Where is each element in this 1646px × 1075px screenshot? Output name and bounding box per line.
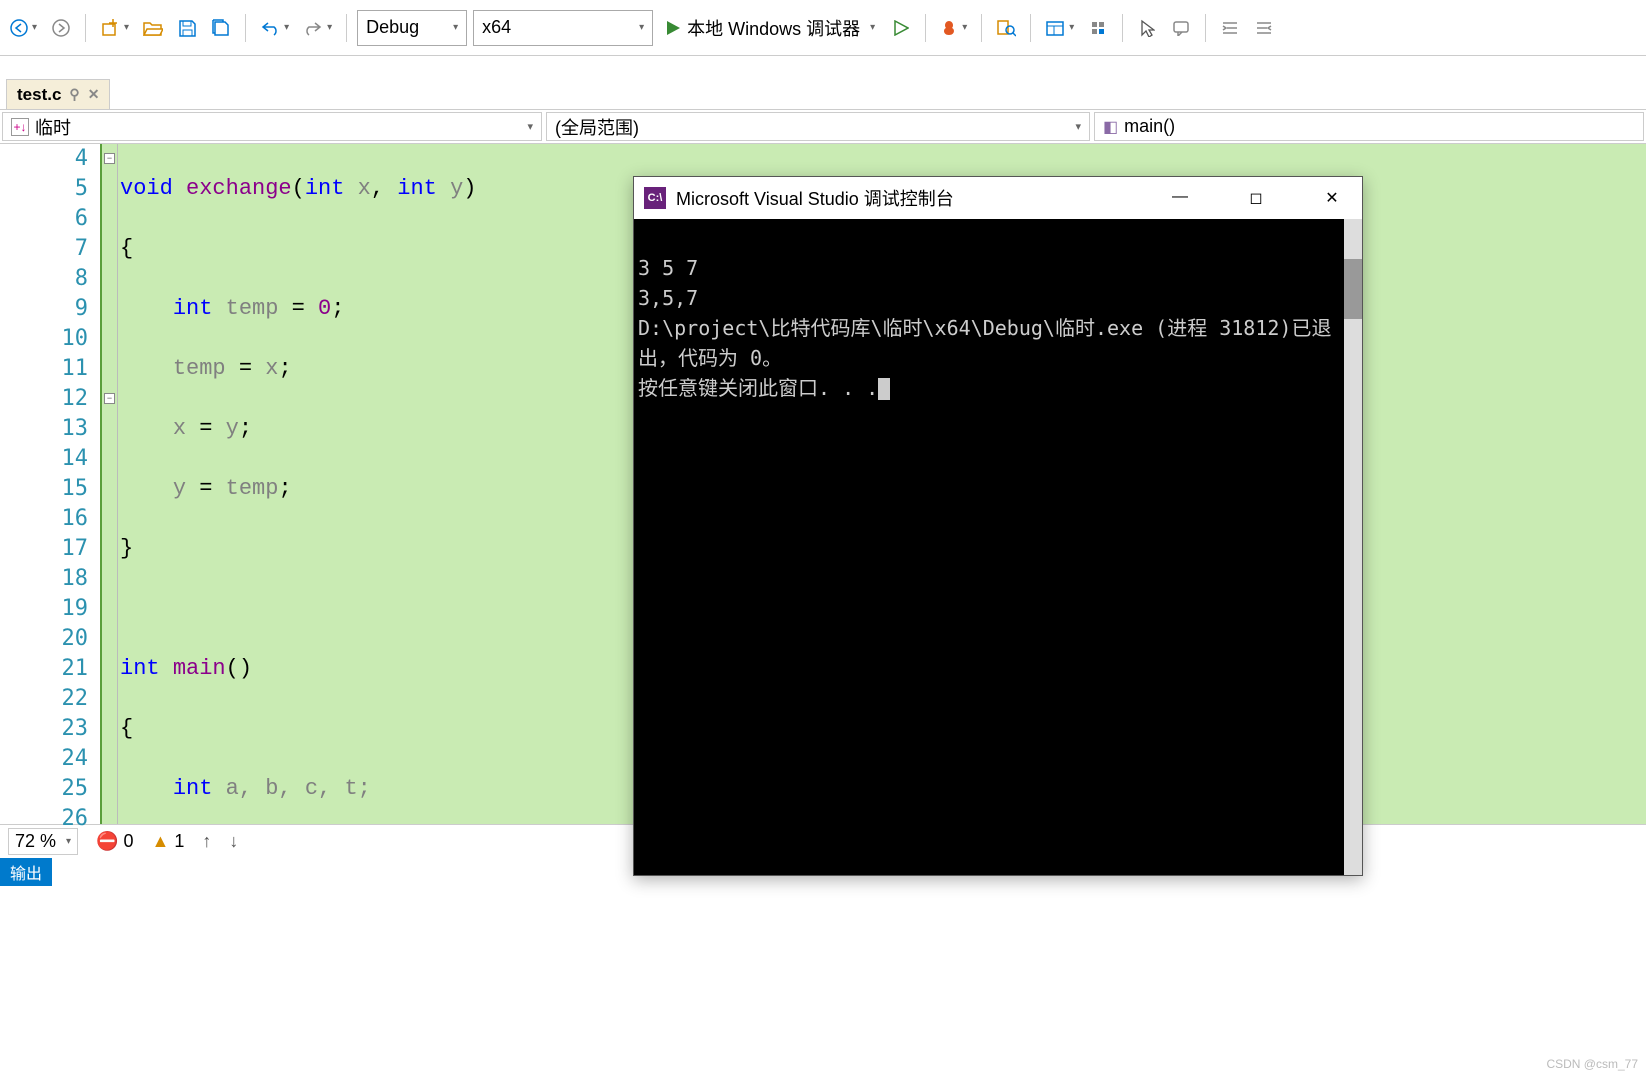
line-number-gutter: 4567891011121314151617181920212223242526	[0, 144, 100, 824]
scope-project-dropdown[interactable]: +↓ 临时▾	[2, 112, 542, 141]
fold-toggle[interactable]: −	[104, 153, 115, 164]
main-toolbar: ▾ ▾ ▾ ▾ Debug▾ x64▾ 本地 Windows 调试器▾ ▾ ▾	[0, 0, 1646, 56]
close-icon[interactable]: ✕	[88, 86, 100, 103]
save-all-button[interactable]	[207, 12, 235, 44]
save-button[interactable]	[173, 12, 201, 44]
configuration-dropdown[interactable]: Debug▾	[357, 10, 467, 46]
error-icon: ⛔	[96, 831, 118, 851]
watermark-text: CSDN @csm_77	[1546, 1057, 1638, 1071]
file-tab-label: test.c	[17, 85, 61, 105]
comment-button[interactable]	[1167, 12, 1195, 44]
output-panel-tab[interactable]: 输出	[0, 858, 52, 886]
prev-issue-button[interactable]: ↑	[202, 831, 211, 852]
play-icon	[665, 20, 681, 36]
hot-reload-button[interactable]: ▾	[936, 12, 971, 44]
document-tabstrip: test.c ⚲ ✕	[0, 76, 1646, 110]
console-title-text: Microsoft Visual Studio 调试控制台	[676, 185, 954, 211]
close-button[interactable]: ✕	[1312, 188, 1352, 208]
file-tab-test-c[interactable]: test.c ⚲ ✕	[6, 79, 110, 109]
warning-icon: ▲	[152, 831, 170, 851]
error-count[interactable]: ⛔ 0	[96, 831, 133, 852]
indent-button[interactable]	[1216, 12, 1244, 44]
pin-icon[interactable]: ⚲	[69, 86, 79, 103]
warning-count[interactable]: ▲ 1	[152, 831, 185, 852]
method-icon: ◧	[1103, 117, 1118, 137]
maximize-button[interactable]: ◻	[1236, 188, 1276, 208]
undo-button[interactable]: ▾	[256, 12, 293, 44]
scope-function-dropdown[interactable]: ◧ main()	[1094, 112, 1644, 141]
project-icon: +↓	[11, 118, 29, 136]
debug-console-window: C:\ Microsoft Visual Studio 调试控制台 — ◻ ✕ …	[633, 176, 1363, 876]
start-debug-button[interactable]: 本地 Windows 调试器▾	[659, 10, 881, 46]
next-issue-button[interactable]: ↓	[229, 831, 238, 852]
fold-toggle[interactable]: −	[104, 393, 115, 404]
minimize-button[interactable]: —	[1160, 188, 1200, 208]
console-titlebar[interactable]: C:\ Microsoft Visual Studio 调试控制台 — ◻ ✕	[634, 177, 1362, 219]
scope-global-dropdown[interactable]: (全局范围)▾	[546, 112, 1090, 141]
redo-button[interactable]: ▾	[299, 12, 336, 44]
window-layout-button[interactable]: ▾	[1041, 12, 1078, 44]
outdent-button[interactable]	[1250, 12, 1278, 44]
start-without-debug-button[interactable]	[887, 12, 915, 44]
cursor-block	[878, 378, 890, 400]
nav-back-button[interactable]: ▾	[6, 12, 41, 44]
open-button[interactable]	[139, 12, 167, 44]
vs-console-icon: C:\	[644, 187, 666, 209]
fold-column[interactable]: − −	[100, 144, 118, 824]
cursor-tool-icon[interactable]	[1133, 12, 1161, 44]
nav-forward-button[interactable]	[47, 12, 75, 44]
code-navigation-bar: +↓ 临时▾ (全局范围)▾ ◧ main()	[0, 110, 1646, 144]
console-output[interactable]: 3 5 7 3,5,7 D:\project\比特代码库\临时\x64\Debu…	[634, 219, 1362, 875]
console-scrollbar-thumb[interactable]	[1344, 259, 1362, 319]
platform-dropdown[interactable]: x64▾	[473, 10, 653, 46]
new-item-button[interactable]: ▾	[96, 12, 133, 44]
find-in-files-button[interactable]	[992, 12, 1020, 44]
extensions-button[interactable]	[1084, 12, 1112, 44]
